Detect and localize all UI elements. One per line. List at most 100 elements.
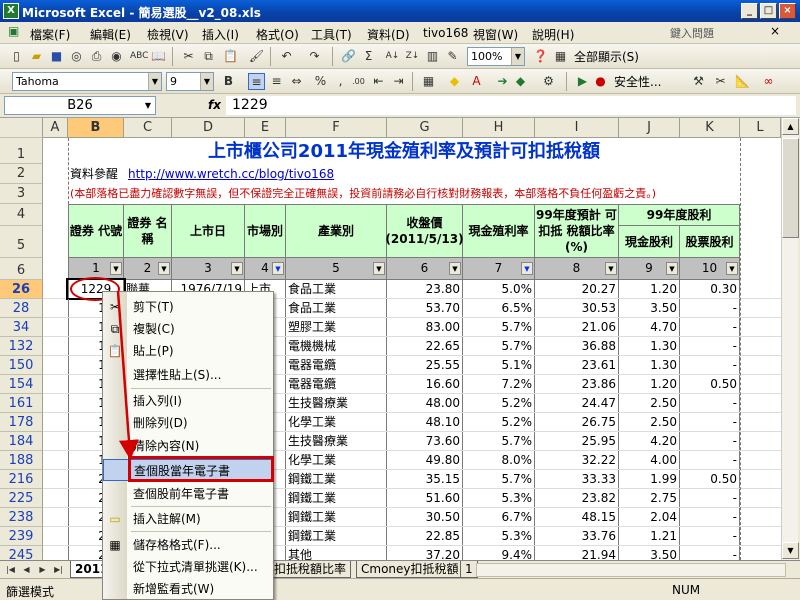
row-header[interactable]: 188	[0, 451, 43, 470]
record-macro-icon[interactable]: ●	[592, 73, 609, 90]
cell-yield[interactable]: 5.7%	[463, 432, 535, 450]
menu-format[interactable]: 格式(O)	[256, 26, 299, 43]
cell-price[interactable]: 48.10	[387, 413, 463, 431]
show-all-label[interactable]: 全部顯示(S)	[572, 48, 641, 66]
menu-data[interactable]: 資料(D)	[367, 26, 410, 43]
align-left-icon[interactable]: ≡	[248, 73, 265, 90]
cell-stock-div[interactable]: -	[680, 508, 740, 526]
align-center-icon[interactable]: ≡	[268, 73, 285, 90]
borders-icon[interactable]: ▦	[420, 73, 437, 90]
cell-industry[interactable]: 化學工業	[286, 451, 387, 469]
ctx-clear-contents[interactable]: 清除內容(N)	[103, 435, 273, 457]
cell-price[interactable]: 37.20	[387, 546, 463, 560]
column-header-k[interactable]: K	[680, 118, 740, 138]
cell-cash-div[interactable]: 1.20	[619, 280, 680, 298]
cell-industry[interactable]: 電機機械	[286, 337, 387, 355]
tab-cmoney[interactable]: Cmoney扣抵稅額	[356, 561, 464, 578]
format-painter-icon[interactable]: 🖌	[248, 48, 265, 65]
cell-taxcredit[interactable]: 21.94	[535, 546, 619, 560]
cell-stock-div[interactable]: 0.50	[680, 470, 740, 488]
copy-icon[interactable]: ⧉	[200, 48, 217, 65]
column-header-b[interactable]: B	[68, 118, 124, 138]
formula-input[interactable]: 1229	[226, 96, 796, 115]
ctx-insert-comment[interactable]: ▭ 插入註解(M)	[103, 508, 273, 530]
ctx-ebook-previous[interactable]: 查個股前年電子書	[103, 483, 273, 505]
security-button[interactable]: 安全性...	[612, 73, 663, 91]
row-header[interactable]: 2	[0, 164, 43, 184]
cell-cash-div[interactable]: 4.20	[619, 432, 680, 450]
sort-descending-icon[interactable]: Z↓	[404, 48, 421, 65]
cell-yield[interactable]: 5.7%	[463, 318, 535, 336]
row-header[interactable]: 239	[0, 527, 43, 546]
ctx-pick-from-list[interactable]: 從下拉式清單挑選(K)...	[103, 556, 273, 578]
filter-dropdown-icon[interactable]: ▼	[449, 262, 461, 275]
cut-icon[interactable]: ✂	[180, 48, 197, 65]
cell-industry[interactable]: 食品工業	[286, 280, 387, 298]
row-header[interactable]: 154	[0, 375, 43, 394]
cell-stock-div[interactable]: -	[680, 299, 740, 317]
autosum-icon[interactable]: Σ	[360, 48, 377, 65]
cell-taxcredit[interactable]: 33.33	[535, 470, 619, 488]
cell-stock-div[interactable]: -	[680, 394, 740, 412]
cell-cash-div[interactable]: 4.00	[619, 451, 680, 469]
workbook-icon[interactable]: ▣	[8, 24, 19, 38]
maximize-button[interactable]: □	[760, 3, 777, 19]
row-header[interactable]: 3	[0, 184, 43, 204]
ctx-cut[interactable]: ✂ 剪下(T)	[103, 296, 273, 318]
increase-decimal-icon[interactable]: .00	[350, 73, 367, 90]
row-header[interactable]: 34	[0, 318, 43, 337]
fill-color-icon[interactable]: ◆	[446, 73, 463, 90]
cell-cash-div[interactable]: 2.75	[619, 489, 680, 507]
cell-taxcredit[interactable]: 33.76	[535, 527, 619, 545]
row-header[interactable]: 150	[0, 356, 43, 375]
cell-yield[interactable]: 5.7%	[463, 470, 535, 488]
menu-tivo168[interactable]: tivo168	[423, 26, 468, 40]
filter-dropdown-icon[interactable]: ▼	[666, 262, 678, 275]
cell-yield[interactable]: 5.7%	[463, 337, 535, 355]
cell-stock-div[interactable]: -	[680, 546, 740, 560]
help-icon[interactable]: ❓	[532, 48, 549, 65]
ctx-add-watch[interactable]: 新增監看式(W)	[103, 578, 273, 600]
cell-stock-div[interactable]: -	[680, 356, 740, 374]
chevron-down-icon[interactable]: ▼	[511, 48, 524, 65]
filter-dropdown-icon[interactable]: ▼	[158, 262, 170, 275]
column-header-j[interactable]: J	[619, 118, 680, 138]
cell-cash-div[interactable]: 1.20	[619, 375, 680, 393]
scroll-thumb[interactable]	[782, 138, 799, 238]
cell-cash-div[interactable]: 3.50	[619, 546, 680, 560]
cell-stock-div[interactable]: -	[680, 337, 740, 355]
font-color-icon[interactable]: A	[468, 73, 485, 90]
filter-dropdown-icon[interactable]: ▼	[605, 262, 617, 275]
chart-wizard-icon[interactable]: ▥	[424, 48, 441, 65]
cell-price[interactable]: 35.15	[387, 470, 463, 488]
horizontal-scrollbar[interactable]	[476, 563, 786, 577]
zoom-combo[interactable]: 100% ▼	[467, 47, 525, 66]
filter-dropdown-icon[interactable]: ▼	[110, 262, 122, 275]
cell-stock-div[interactable]: -	[680, 451, 740, 469]
cell-cash-div[interactable]: 1.99	[619, 470, 680, 488]
row-header[interactable]: 178	[0, 413, 43, 432]
menu-help[interactable]: 說明(H)	[532, 26, 574, 43]
row-header[interactable]: 238	[0, 508, 43, 527]
glasses-icon[interactable]: ∞	[760, 73, 777, 90]
menu-window[interactable]: 視窗(W)	[473, 26, 518, 43]
cell-taxcredit[interactable]: 48.15	[535, 508, 619, 526]
column-header-e[interactable]: E	[245, 118, 286, 138]
column-header-i[interactable]: I	[535, 118, 619, 138]
ctx-copy[interactable]: ⧉ 複製(C)	[103, 318, 273, 340]
menu-file[interactable]: 檔案(F)	[30, 26, 70, 43]
cell-cash-div[interactable]: 1.21	[619, 527, 680, 545]
cell-taxcredit[interactable]: 23.82	[535, 489, 619, 507]
cell-yield[interactable]: 5.3%	[463, 527, 535, 545]
ctx-insert-row[interactable]: 插入列(I)	[103, 390, 273, 412]
column-header-g[interactable]: G	[387, 118, 463, 138]
decrease-indent-icon[interactable]: ⇤	[370, 73, 387, 90]
filter-dropdown-icon[interactable]: ▼	[231, 262, 243, 275]
cell-industry[interactable]: 生技醫療業	[286, 394, 387, 412]
cell-taxcredit[interactable]: 21.06	[535, 318, 619, 336]
tools-icon[interactable]: ⚒	[690, 73, 707, 90]
cell-price[interactable]: 73.60	[387, 432, 463, 450]
cell-stock-div[interactable]: -	[680, 489, 740, 507]
chevron-down-icon[interactable]: ▼	[200, 73, 213, 90]
name-box[interactable]: B26 ▼	[4, 96, 156, 115]
